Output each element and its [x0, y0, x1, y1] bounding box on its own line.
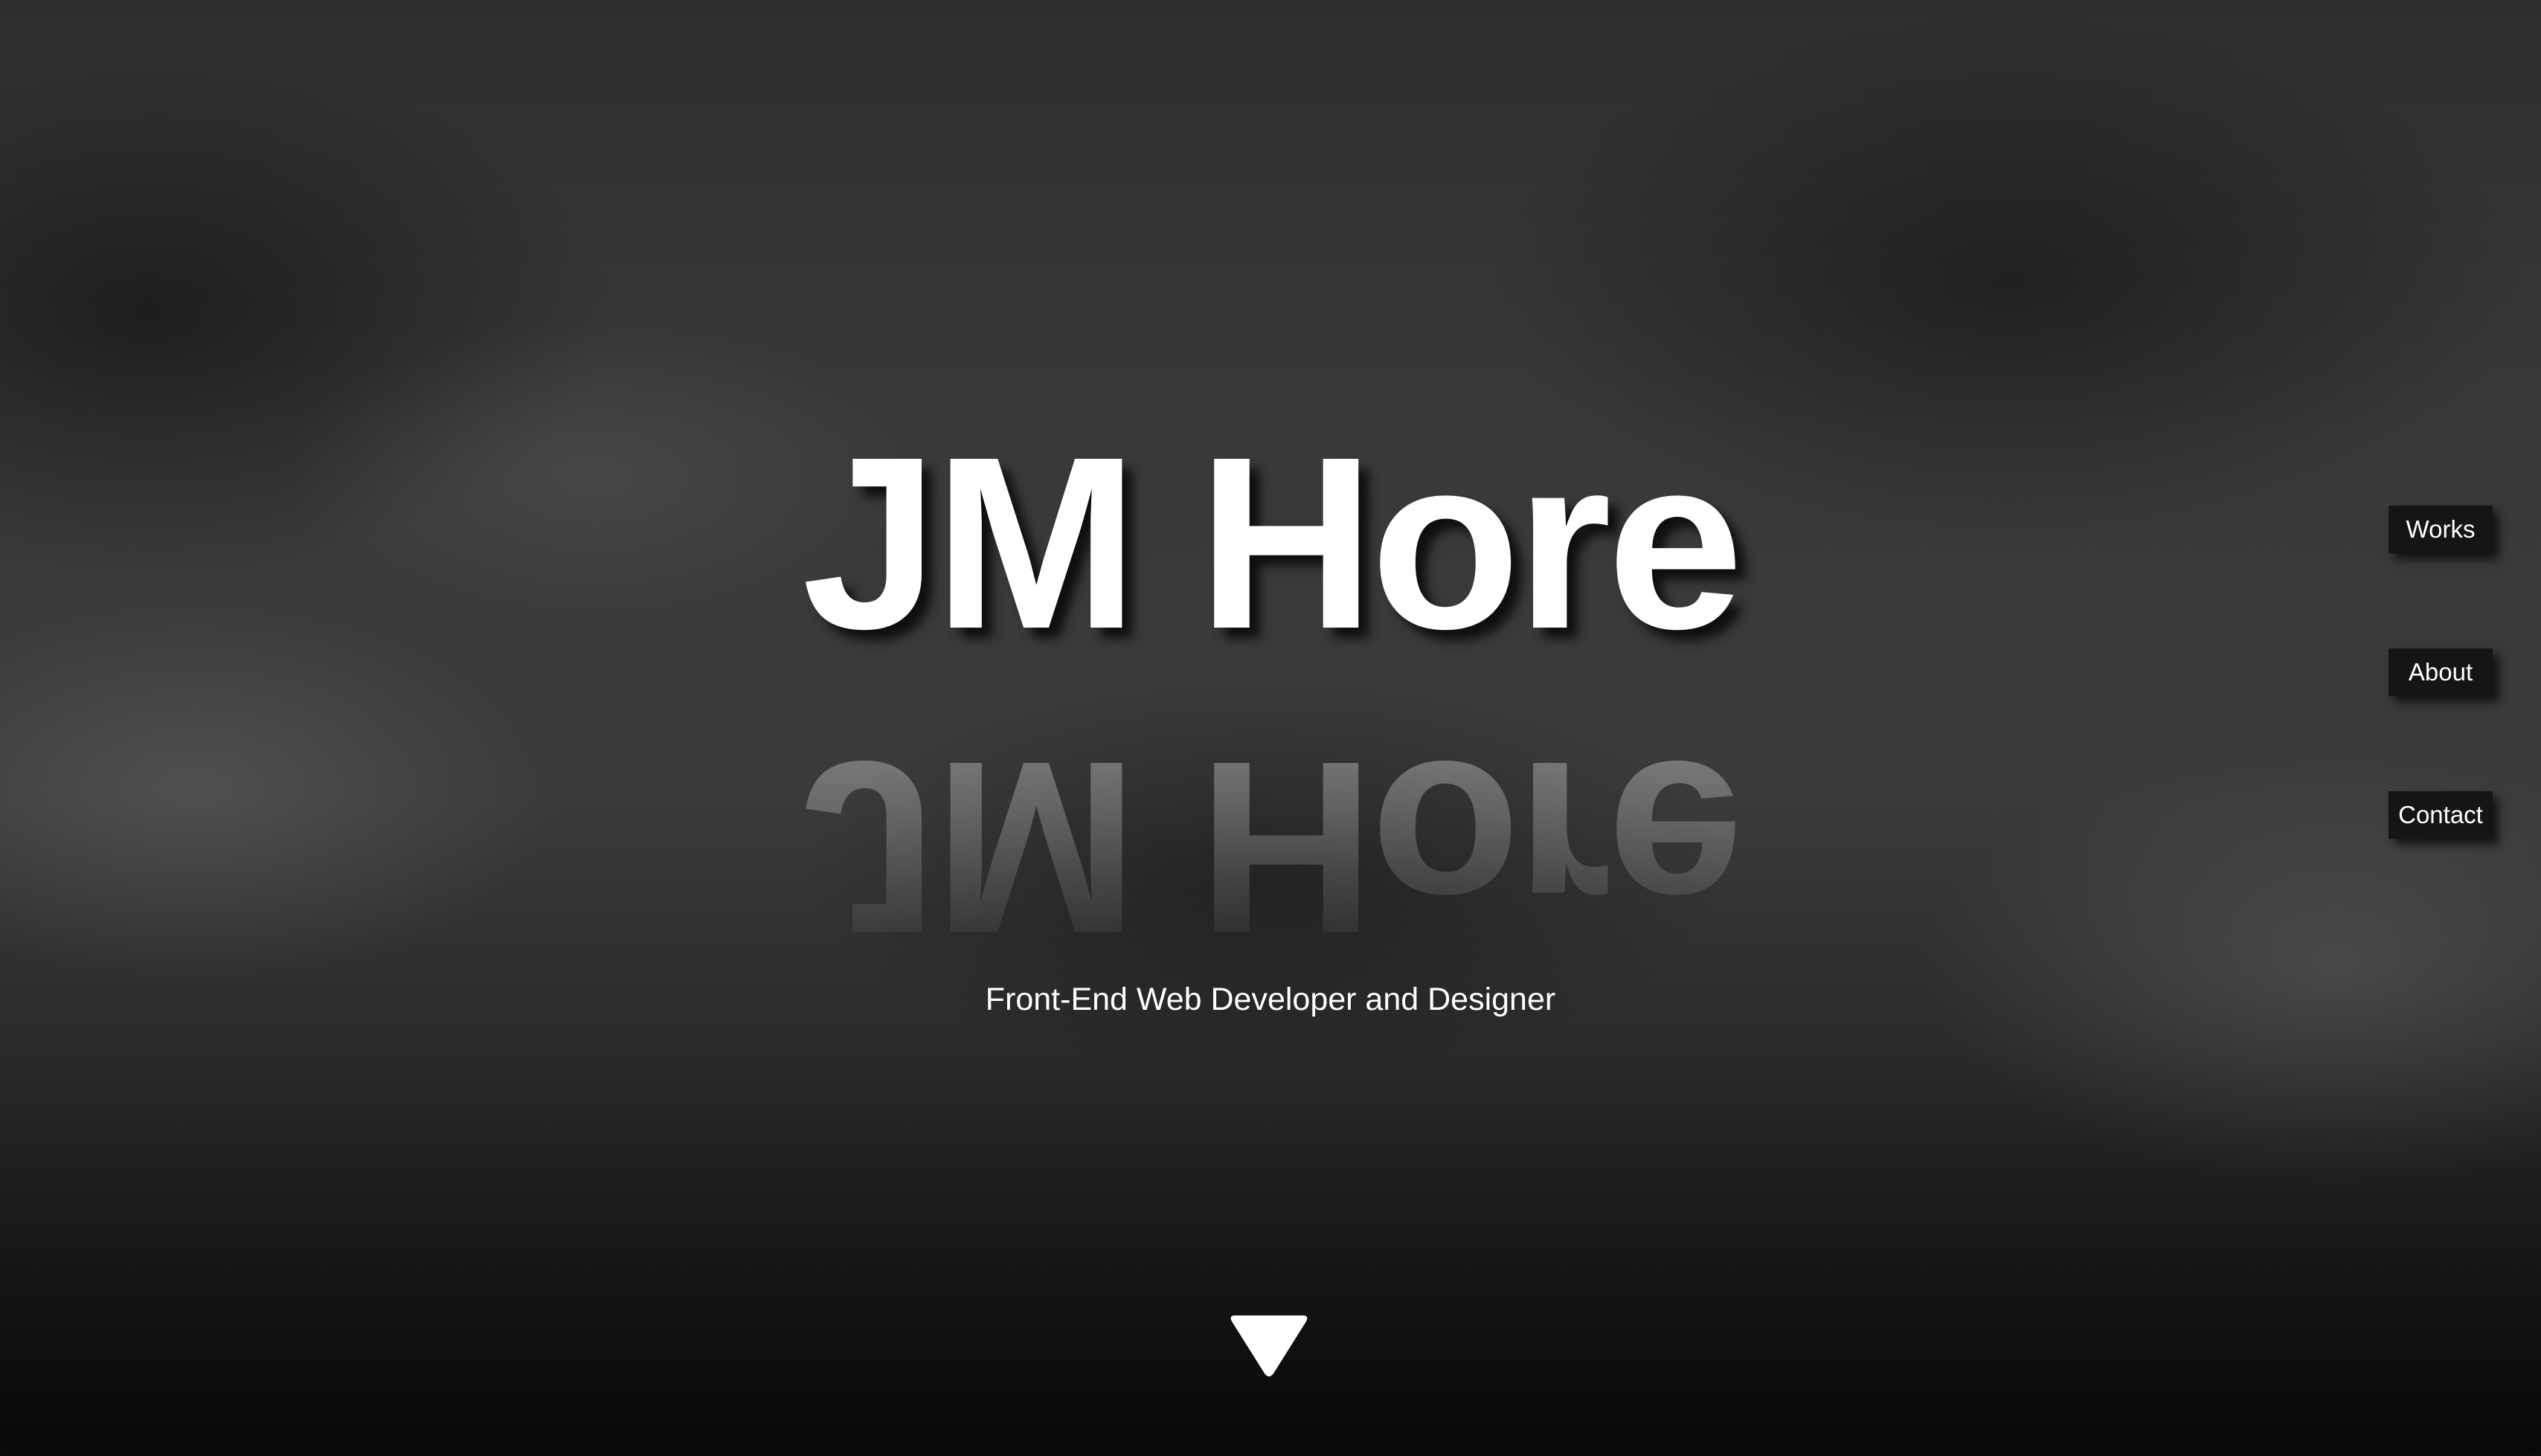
title-reflection: JM Hore [802, 711, 1739, 985]
scroll-down-arrow-icon[interactable] [1227, 1312, 1311, 1379]
nav-about-button[interactable]: About [2389, 648, 2493, 696]
nav-contact-button[interactable]: Contact [2389, 791, 2493, 839]
hero-section: JM Hore JM Hore Front-End Web Developer … [0, 0, 2541, 1456]
page-subtitle: Front-End Web Developer and Designer [985, 982, 1556, 1017]
nav-works-button[interactable]: Works [2389, 506, 2493, 553]
side-nav: Works About Contact [2389, 506, 2493, 934]
page-title: JM Hore [802, 405, 1744, 680]
